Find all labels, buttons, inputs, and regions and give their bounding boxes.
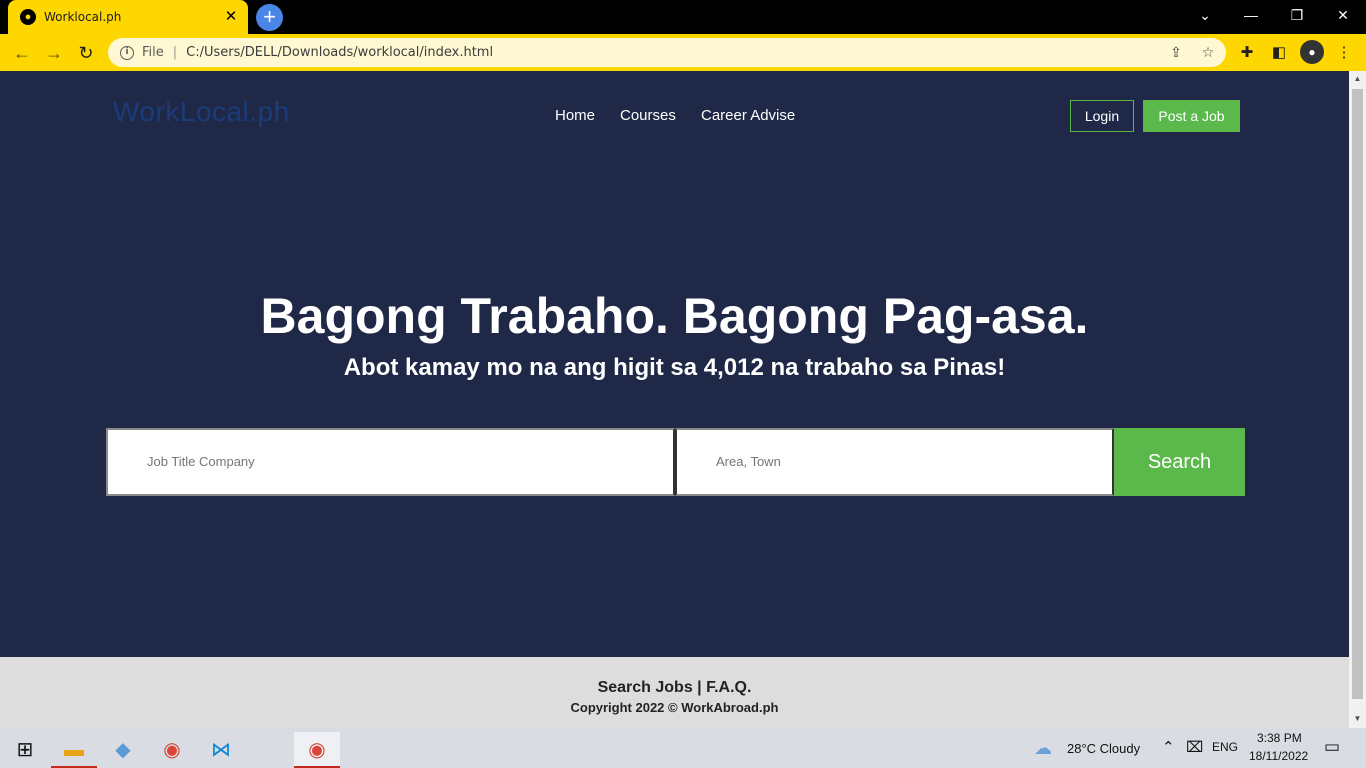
address-bar[interactable]: i File | C:/Users/DELL/Downloads/workloc… — [108, 38, 1226, 67]
job-title-input[interactable]: Job Title Company — [106, 428, 675, 496]
nav-career-advise[interactable]: Career Advise — [701, 107, 795, 124]
url-divider: | — [172, 45, 178, 60]
chrome-icon[interactable]: ◉ — [149, 732, 195, 768]
menu-icon[interactable]: ⋮ — [1331, 40, 1357, 66]
close-window-button[interactable]: ✕ — [1320, 0, 1366, 30]
tab-search-icon[interactable]: ⌄ — [1182, 0, 1228, 30]
language-indicator[interactable]: ENG — [1212, 740, 1238, 754]
hero-title: Bagong Trabaho. Bagong Pag-asa. — [260, 288, 1089, 344]
side-panel-icon[interactable]: ◧ — [1266, 40, 1292, 66]
bookmark-star-icon[interactable]: ☆ — [1198, 43, 1218, 63]
browser-toolbar: ← → ↻ i File | C:/Users/DELL/Downloads/w… — [0, 34, 1366, 71]
windows-taskbar: ⊞ ▬ ◆ ◉ ⋈ ◉ ☁ 28°C Cloudy ⌃ ⌧ ENG 3:38 P… — [0, 728, 1366, 768]
url-scheme-label: File — [142, 45, 164, 60]
webpage: WorkLocal.ph Home Courses Career Advise … — [0, 71, 1349, 728]
post-job-button[interactable]: Post a Job — [1143, 100, 1240, 132]
area-input[interactable]: Area, Town — [675, 428, 1114, 496]
login-button[interactable]: Login — [1070, 100, 1134, 132]
weather-text[interactable]: 28°C Cloudy — [1067, 741, 1140, 756]
cloud-icon[interactable]: ☁ — [1034, 738, 1052, 759]
reload-icon[interactable]: ↻ — [73, 40, 99, 66]
hero-subtitle: Abot kamay mo na ang higit sa 4,012 na t… — [343, 354, 1006, 381]
clock-date[interactable]: 18/11/2022 — [1249, 749, 1308, 763]
browser-tab-bar: ● Worklocal.ph ✕ + ⌄ — ❐ ✕ — [0, 0, 1366, 34]
clock-time[interactable]: 3:38 PM — [1257, 731, 1302, 745]
scroll-up-icon[interactable]: ▲ — [1349, 71, 1366, 87]
notification-icon[interactable]: ▭ — [1324, 737, 1340, 757]
search-button[interactable]: Search — [1114, 428, 1245, 496]
footer-copyright: Copyright 2022 © WorkAbroad.ph — [570, 700, 779, 715]
tab-title: Worklocal.ph — [44, 10, 122, 24]
restore-button[interactable]: ❐ — [1274, 0, 1320, 30]
network-icon[interactable]: ⌧ — [1186, 738, 1203, 756]
forward-icon[interactable]: → — [41, 40, 67, 66]
chrome-active-window-icon[interactable]: ◉ — [294, 732, 340, 768]
new-tab-button[interactable]: + — [256, 4, 283, 31]
back-icon[interactable]: ← — [9, 40, 35, 66]
site-logo[interactable]: WorkLocal.ph — [113, 96, 290, 128]
share-icon[interactable]: ⇪ — [1166, 43, 1186, 63]
nav-courses[interactable]: Courses — [620, 107, 676, 124]
job-search-bar: Job Title Company Area, Town Search — [106, 428, 1245, 496]
notepad-icon[interactable]: ◆ — [100, 732, 146, 768]
page-footer: Search Jobs | F.A.Q. Copyright 2022 © Wo… — [0, 657, 1349, 728]
footer-links[interactable]: Search Jobs | F.A.Q. — [0, 679, 1349, 697]
page-scrollbar[interactable]: ▲ ▼ — [1349, 71, 1366, 728]
file-explorer-icon[interactable]: ▬ — [51, 732, 97, 768]
extensions-icon[interactable]: ✚ — [1234, 40, 1260, 66]
url-text[interactable]: C:/Users/DELL/Downloads/worklocal/index.… — [186, 45, 493, 60]
close-tab-icon[interactable]: ✕ — [222, 8, 240, 26]
info-icon[interactable]: i — [120, 45, 134, 60]
windows-start-icon[interactable]: ⊞ — [2, 732, 48, 768]
scroll-thumb[interactable] — [1352, 89, 1363, 699]
browser-tab[interactable]: ● Worklocal.ph ✕ — [8, 0, 248, 34]
vscode-icon[interactable]: ⋈ — [198, 732, 244, 768]
nav-home[interactable]: Home — [555, 107, 595, 124]
chevron-up-icon[interactable]: ⌃ — [1162, 738, 1175, 756]
minimize-button[interactable]: — — [1228, 0, 1274, 30]
scroll-down-icon[interactable]: ▼ — [1349, 711, 1366, 727]
profile-avatar[interactable]: ● — [1300, 40, 1324, 64]
globe-icon: ● — [20, 9, 36, 25]
